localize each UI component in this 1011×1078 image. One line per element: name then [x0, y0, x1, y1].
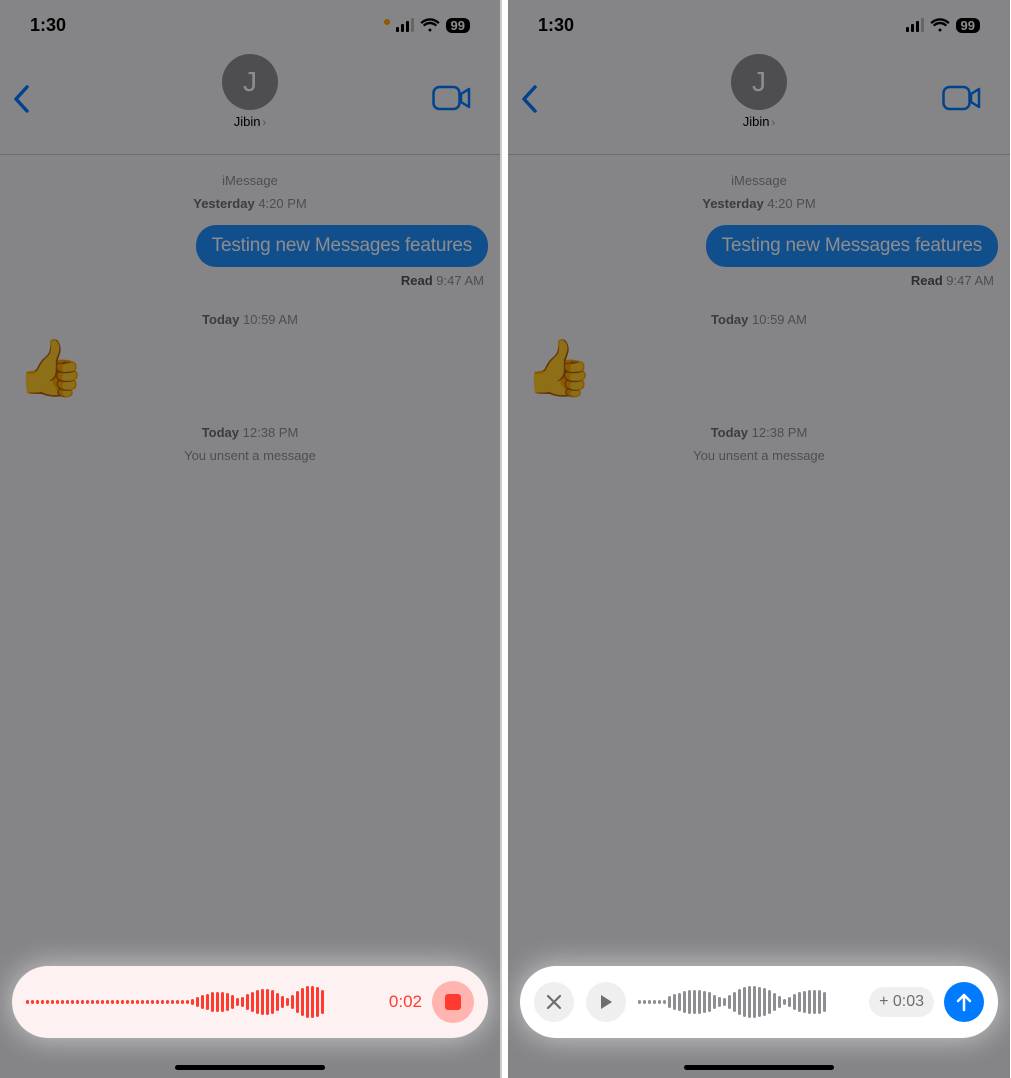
service-label: iMessage [520, 173, 998, 188]
back-button[interactable] [12, 84, 30, 114]
recording-timer: 0:02 [389, 992, 422, 1012]
audio-preview-panel: + 0:03 [520, 966, 998, 1038]
cellular-icon [906, 18, 924, 32]
battery-badge: 99 [956, 18, 980, 33]
timestamp-3: Today 12:38 PM [12, 425, 488, 440]
cancel-audio-button[interactable] [534, 982, 574, 1022]
send-audio-button[interactable] [944, 982, 984, 1022]
play-audio-button[interactable] [586, 982, 626, 1022]
unsent-notice: You unsent a message [12, 448, 488, 463]
cellular-icon [396, 18, 414, 32]
contact-name[interactable]: Jibin› [508, 114, 1010, 129]
read-receipt: Read 9:47 AM [12, 273, 484, 288]
wifi-icon [930, 18, 950, 32]
recording-waveform [26, 982, 379, 1022]
chevron-right-icon: › [263, 117, 267, 129]
timestamp-2: Today 10:59 AM [520, 312, 998, 327]
read-receipt: Read 9:47 AM [520, 273, 994, 288]
stop-recording-button[interactable] [432, 981, 474, 1023]
conversation-header: J Jibin› [508, 54, 1010, 155]
audio-waveform[interactable] [638, 982, 861, 1022]
timestamp-1: Yesterday 4:20 PM [12, 196, 488, 211]
location-dot-icon [384, 19, 390, 25]
chevron-right-icon: › [772, 117, 776, 129]
status-bar: 1:30 99 [508, 0, 1010, 50]
unsent-notice: You unsent a message [520, 448, 998, 463]
stop-icon [445, 994, 461, 1010]
home-indicator[interactable] [684, 1065, 834, 1070]
thumbs-up-sticker[interactable]: 👍 [524, 335, 998, 401]
facetime-button[interactable] [942, 84, 982, 112]
append-recording-button[interactable]: + 0:03 [869, 987, 934, 1017]
sent-message-bubble[interactable]: Testing new Messages features [196, 225, 488, 267]
sent-message-bubble[interactable]: Testing new Messages features [706, 225, 998, 267]
message-thread[interactable]: iMessage Yesterday 4:20 PM Testing new M… [508, 155, 1010, 463]
contact-avatar[interactable]: J [731, 54, 787, 110]
home-indicator[interactable] [175, 1065, 325, 1070]
timestamp-3: Today 12:38 PM [520, 425, 998, 440]
wifi-icon [420, 18, 440, 32]
timestamp-1: Yesterday 4:20 PM [520, 196, 998, 211]
status-bar: 1:30 99 [0, 0, 500, 50]
back-button[interactable] [520, 84, 538, 114]
audio-recording-panel: 0:02 [12, 966, 488, 1038]
contact-name[interactable]: Jibin› [0, 114, 500, 129]
service-label: iMessage [12, 173, 488, 188]
status-right: 99 [906, 18, 980, 33]
battery-badge: 99 [446, 18, 470, 33]
conversation-header: J Jibin› [0, 54, 500, 155]
status-right: 99 [384, 18, 470, 33]
facetime-button[interactable] [432, 84, 472, 112]
status-time: 1:30 [30, 15, 66, 36]
message-thread[interactable]: iMessage Yesterday 4:20 PM Testing new M… [0, 155, 500, 463]
status-time: 1:30 [538, 15, 574, 36]
thumbs-up-sticker[interactable]: 👍 [16, 335, 488, 401]
timestamp-2: Today 10:59 AM [12, 312, 488, 327]
contact-avatar[interactable]: J [222, 54, 278, 110]
